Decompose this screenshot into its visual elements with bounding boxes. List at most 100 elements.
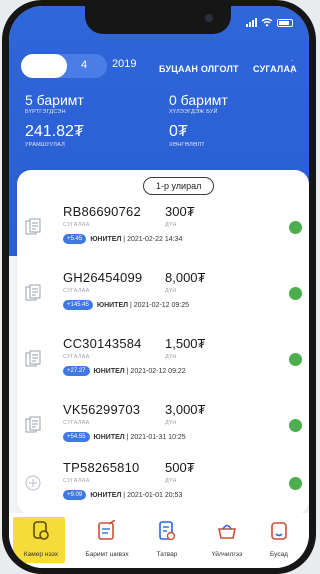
- receipt-datetime: 2021-01-31 10:25: [130, 433, 186, 441]
- status-dot: [289, 221, 302, 234]
- toggle-knob[interactable]: [21, 54, 67, 78]
- registered-value: 5 баримт: [25, 92, 84, 108]
- receipt-meta-text: ЮНИТЕЛ | 2021-02-12 09:25: [96, 301, 190, 309]
- receipt-row[interactable]: RB86690762 СУГАЛАА 300₮ ДҮН +5.45 ЮНИТЕЛ…: [17, 200, 309, 270]
- receipt-meta: +27.27 ЮНИТЕЛ | 2021-02-12 09:22: [63, 366, 186, 376]
- receipt-code-label: СУГАЛАА: [63, 478, 90, 484]
- receipt-amount-label: ДҮН: [165, 420, 177, 426]
- discount-value: 0₮: [169, 123, 188, 140]
- receipt-meta: +5.45 ЮНИТЕЛ | 2021-02-22 14:34: [63, 234, 182, 244]
- reward-value: 241.82₮: [25, 123, 84, 140]
- vendor-name: ЮНИТЕЛ: [96, 301, 129, 309]
- status-dot: [289, 477, 302, 490]
- plus-circle-icon: [25, 475, 41, 491]
- stat-pending: 0 баримт ХҮЛЭЭГДЭЖ БУЙ: [169, 92, 228, 115]
- receipt-code: TP58265810: [63, 460, 140, 475]
- receipt-amount-label: ДҮН: [165, 354, 177, 360]
- receipt-code-label: СУГАЛАА: [63, 222, 90, 228]
- receipt-meta: +145.45 ЮНИТЕЛ | 2021-02-12 09:25: [63, 300, 189, 310]
- reward-label: УРАМШУУЛАЛ: [25, 142, 65, 148]
- receipt-meta-text: ЮНИТЕЛ | 2021-02-12 09:22: [93, 367, 186, 375]
- nav-label: Бусад: [270, 551, 288, 558]
- receipt-amount: 1,500₮: [165, 336, 206, 351]
- status-bar: [246, 18, 293, 27]
- reward-chip: +27.27: [63, 366, 90, 376]
- stat-reward: 241.82₮ УРАМШУУЛАЛ: [25, 123, 84, 148]
- receipt-code-label: СУГАЛАА: [63, 420, 90, 426]
- registered-label: БҮРТГЭГДСЭН: [25, 109, 66, 115]
- tab-returns[interactable]: БУЦААН ОЛГОЛТ: [159, 64, 239, 74]
- receipt-meta-text: ЮНИТЕЛ | 2021-01-31 10:25: [93, 433, 186, 441]
- receipt-amount: 8,000₮: [165, 270, 206, 285]
- nav-label: Үйлчилгээ: [211, 551, 243, 558]
- app-screen: 4 2019 БУЦААН ОЛГОЛТ СУГАЛАА · · · 5 барим…: [9, 6, 309, 568]
- receipt-code: VK56299703: [63, 402, 141, 417]
- receipt-doc-icon: [25, 350, 41, 367]
- receipt-amount: 300₮: [165, 204, 195, 219]
- vendor-name: ЮНИТЕЛ: [93, 367, 125, 375]
- nav-camera[interactable]: Камер нээх: [11, 517, 71, 563]
- receipt-row[interactable]: CC30143584 СУГАЛАА 1,500₮ ДҮН +27.27 ЮНИ…: [17, 332, 309, 402]
- signal-icon: [246, 18, 257, 27]
- pending-label: ХҮЛЭЭГДЭЖ БУЙ: [169, 109, 218, 115]
- receipt-row[interactable]: GH26454099 СУГАЛАА 8,000₮ ДҮН +145.45 ЮН…: [17, 266, 309, 336]
- pending-value: 0 баримт: [169, 92, 228, 108]
- year-selector[interactable]: 2019: [112, 58, 136, 70]
- reward-chip: +9.09: [63, 490, 87, 500]
- receipt-code: CC30143584: [63, 336, 142, 351]
- battery-icon: [277, 18, 293, 27]
- period-toggle[interactable]: 4: [21, 54, 107, 78]
- nav-label: Татвар: [156, 551, 178, 558]
- nav-services[interactable]: Үйлчилгээ: [197, 517, 257, 563]
- camera-scan-icon: [33, 521, 49, 540]
- stat-registered: 5 баримт БҮРТГЭГДСЭН: [25, 92, 84, 115]
- reward-chip: +5.45: [63, 234, 87, 244]
- receipt-doc-icon: [25, 284, 41, 301]
- header-controls: 4 2019 БУЦААН ОЛГОЛТ СУГАЛАА · · ·: [9, 54, 309, 80]
- phone-frame: 4 2019 БУЦААН ОЛГОЛТ СУГАЛАА · · · 5 барим…: [2, 0, 316, 574]
- receipt-amount: 500₮: [165, 460, 195, 475]
- nav-label: Камер нээх: [23, 551, 59, 558]
- receipt-datetime: 2021-01-01 20:53: [127, 491, 183, 499]
- receipt-doc-icon: [25, 218, 41, 235]
- dots-vertical-icon[interactable]: · · ·: [287, 56, 297, 78]
- toggle-value: 4: [81, 59, 88, 71]
- status-dot: [289, 353, 302, 366]
- vendor-name: ЮНИТЕЛ: [90, 491, 122, 499]
- receipt-code-label: СУГАЛАА: [63, 354, 90, 360]
- other-document-icon: [271, 522, 287, 540]
- vendor-name: ЮНИТЕЛ: [90, 235, 122, 243]
- wifi-icon: [261, 18, 273, 27]
- reward-chip: +145.45: [63, 300, 93, 310]
- quarter-filter-pill[interactable]: 1-р улирал: [143, 177, 215, 195]
- nav-enter-receipt[interactable]: Баримт шивэх: [77, 517, 137, 563]
- vendor-name: ЮНИТЕЛ: [93, 433, 125, 441]
- receipt-amount-label: ДҮН: [165, 478, 177, 484]
- nav-other[interactable]: Бусад: [249, 517, 309, 563]
- nav-tax[interactable]: Татвар: [137, 517, 197, 563]
- status-dot: [289, 419, 302, 432]
- tax-document-icon: [159, 521, 176, 541]
- status-dot: [289, 287, 302, 300]
- device-notch: [85, 6, 231, 34]
- reward-chip: +54.55: [63, 432, 90, 442]
- receipt-doc-icon: [25, 416, 41, 433]
- receipt-meta: +54.55 ЮНИТЕЛ | 2021-01-31 10:25: [63, 432, 186, 442]
- receipt-datetime: 2021-02-12 09:25: [133, 301, 190, 309]
- discount-label: ХӨНГӨЛӨЛТ: [169, 142, 205, 148]
- receipt-meta: +9.09 ЮНИТЕЛ | 2021-01-01 20:53: [63, 490, 182, 500]
- receipt-amount-label: ДҮН: [165, 288, 177, 294]
- front-camera-icon: [205, 14, 213, 22]
- receipt-meta-text: ЮНИТЕЛ | 2021-02-22 14:34: [90, 235, 183, 243]
- receipt-code: GH26454099: [63, 270, 143, 285]
- receipt-amount: 3,000₮: [165, 402, 206, 417]
- receipt-meta-text: ЮНИТЕЛ | 2021-01-01 20:53: [90, 491, 183, 499]
- receipt-code: RB86690762: [63, 204, 141, 219]
- nav-label: Баримт шивэх: [85, 551, 129, 558]
- receipts-card: 1-р улирал RB86690762 СУГАЛАА 300₮ ДҮН +…: [17, 170, 309, 515]
- receipt-code-label: СУГАЛАА: [63, 288, 90, 294]
- bottom-navigation: Камер нээх Баримт шивэх Татвар Үйлчилгээ…: [9, 513, 309, 568]
- service-basket-icon: [218, 524, 236, 539]
- receipt-datetime: 2021-02-22 14:34: [127, 235, 183, 243]
- stat-discount: 0₮ ХӨНГӨЛӨЛТ: [169, 123, 205, 148]
